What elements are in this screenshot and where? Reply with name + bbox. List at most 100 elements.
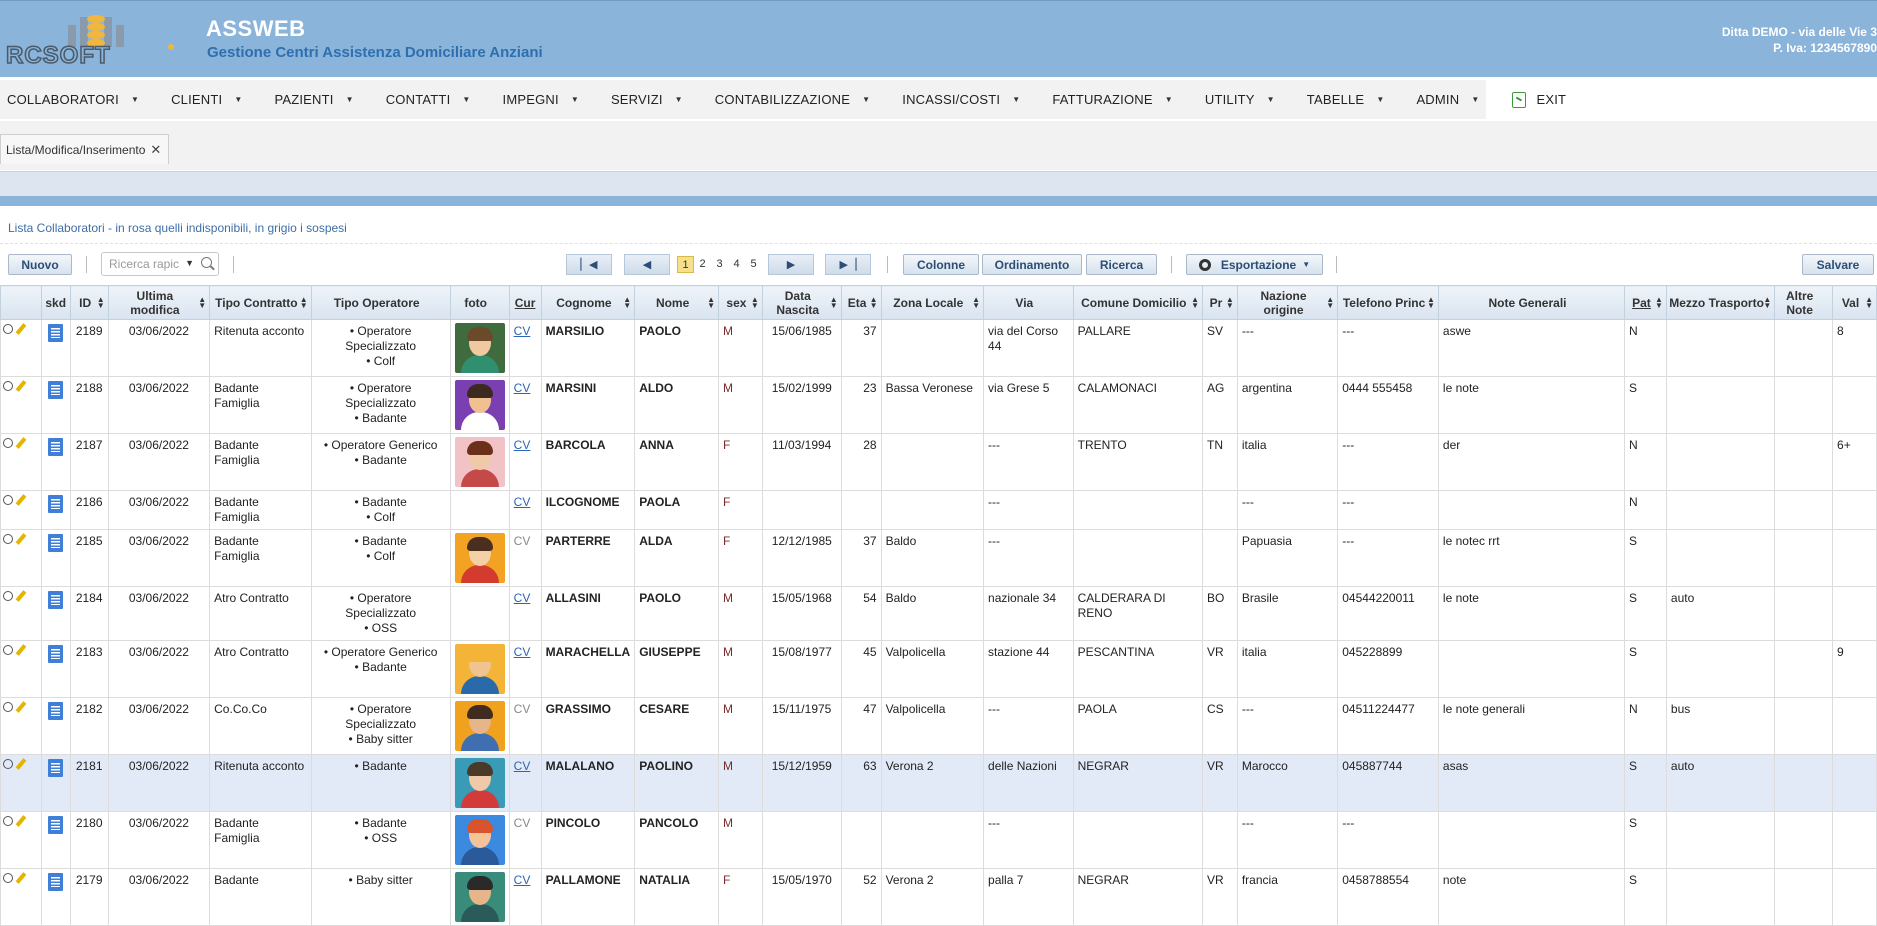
next-page-button[interactable]: ▶ bbox=[768, 254, 814, 275]
table-row[interactable]: 2187 03/06/2022 Badante Famiglia • Operator… bbox=[0, 433, 1877, 491]
col-eta[interactable]: Eta ▲ ▼ bbox=[840, 285, 882, 320]
document-icon[interactable] bbox=[48, 495, 64, 513]
menu-pazienti[interactable]: PAZIENTI ▼ bbox=[267, 80, 360, 119]
menu-collaboratori[interactable]: COLLABORATORI ▼ bbox=[0, 80, 146, 119]
table-row[interactable]: 2188 03/06/2022 Badante Famiglia • Operator… bbox=[0, 376, 1877, 434]
cv-link[interactable]: CV bbox=[514, 759, 531, 773]
menu-servizi[interactable]: SERVIZI ▼ bbox=[604, 80, 690, 119]
avatar[interactable] bbox=[454, 701, 505, 751]
document-icon[interactable] bbox=[48, 759, 64, 777]
col-tipo-operatore[interactable]: Tipo Operatore bbox=[310, 285, 451, 320]
menu-exit[interactable]: EXIT bbox=[1498, 80, 1573, 119]
edit-icon[interactable] bbox=[15, 872, 27, 884]
table-row[interactable]: 2185 03/06/2022 Badante Famiglia • Badante •… bbox=[0, 529, 1877, 587]
avatar[interactable] bbox=[454, 815, 505, 865]
sort-icon[interactable]: ▲ ▼ bbox=[1326, 296, 1334, 310]
sort-icon[interactable]: ▲ ▼ bbox=[198, 296, 206, 310]
last-page-button[interactable]: ▶▕ bbox=[825, 254, 871, 275]
cv-link[interactable]: CV bbox=[514, 645, 531, 659]
document-icon[interactable] bbox=[48, 702, 64, 720]
new-button[interactable]: Nuovo bbox=[8, 254, 72, 275]
cv-link[interactable]: CV bbox=[514, 438, 531, 452]
cv-link[interactable]: CV bbox=[514, 873, 531, 887]
tab-lista-modifica-inserimento[interactable]: Lista/Modifica/Inserimento ✕ bbox=[0, 134, 170, 164]
cv-link[interactable]: CV bbox=[514, 495, 531, 509]
document-icon[interactable] bbox=[48, 534, 64, 552]
first-page-button[interactable]: ▏◀ bbox=[566, 254, 612, 275]
menu-contatti[interactable]: CONTATTI ▼ bbox=[379, 80, 478, 119]
col-nome[interactable]: Nome ▲ ▼ bbox=[634, 285, 720, 320]
avatar[interactable] bbox=[454, 380, 505, 430]
dropdown-arrow-icon[interactable]: ▼ bbox=[185, 258, 194, 268]
table-row[interactable]: 2182 03/06/2022 Co.Co.Co • Operatore Specia… bbox=[0, 697, 1877, 755]
sort-icon[interactable]: ▲ ▼ bbox=[751, 296, 759, 310]
col-val[interactable]: Val ▲ ▼ bbox=[1832, 285, 1877, 320]
col-altre-note[interactable]: Altre Note bbox=[1774, 285, 1834, 320]
sort-icon[interactable]: ▲ ▼ bbox=[1427, 296, 1435, 310]
table-row[interactable]: 2183 03/06/2022 Atro Contratto • Operatore … bbox=[0, 640, 1877, 698]
view-icon[interactable] bbox=[3, 591, 13, 601]
order-button[interactable]: Ordinamento bbox=[982, 254, 1082, 275]
page-4[interactable]: 4 bbox=[728, 256, 745, 273]
avatar[interactable] bbox=[454, 758, 505, 808]
col-pat[interactable]: Pat ▲ ▼ bbox=[1624, 285, 1667, 320]
sort-icon[interactable]: ▲ ▼ bbox=[1655, 296, 1663, 310]
sort-icon[interactable]: ▲ ▼ bbox=[97, 296, 105, 310]
table-row[interactable]: 2180 03/06/2022 Badante Famiglia • Badante •… bbox=[0, 811, 1877, 869]
avatar[interactable] bbox=[454, 323, 505, 373]
view-icon[interactable] bbox=[3, 438, 13, 448]
sort-icon[interactable]: ▲ ▼ bbox=[300, 296, 308, 310]
sort-icon[interactable]: ▲ ▼ bbox=[870, 296, 878, 310]
edit-icon[interactable] bbox=[15, 815, 27, 827]
view-icon[interactable] bbox=[3, 645, 13, 655]
document-icon[interactable] bbox=[48, 438, 64, 456]
cv-link[interactable]: CV bbox=[514, 381, 531, 395]
menu-impegni[interactable]: IMPEGNI ▼ bbox=[496, 80, 586, 119]
view-icon[interactable] bbox=[3, 702, 13, 712]
avatar[interactable] bbox=[454, 644, 505, 694]
page-1[interactable]: 1 bbox=[677, 256, 694, 273]
sort-icon[interactable]: ▲ ▼ bbox=[707, 296, 715, 310]
sort-icon[interactable]: ▲ ▼ bbox=[1191, 296, 1199, 310]
page-5[interactable]: 5 bbox=[745, 256, 762, 273]
edit-icon[interactable] bbox=[15, 494, 27, 506]
edit-icon[interactable] bbox=[15, 590, 27, 602]
menu-incassi-costi[interactable]: INCASSI/COSTI ▼ bbox=[895, 80, 1027, 119]
view-icon[interactable] bbox=[3, 534, 13, 544]
menu-admin[interactable]: ADMIN ▼ bbox=[1409, 80, 1486, 119]
document-icon[interactable] bbox=[48, 645, 64, 663]
col-tipo-contratto[interactable]: Tipo Contratto ▲ ▼ bbox=[209, 285, 312, 320]
document-icon[interactable] bbox=[48, 873, 64, 891]
page-3[interactable]: 3 bbox=[711, 256, 728, 273]
sort-icon[interactable]: ▲ ▼ bbox=[623, 296, 631, 310]
close-icon[interactable]: ✕ bbox=[150, 142, 161, 158]
view-icon[interactable] bbox=[3, 495, 13, 505]
menu-clienti[interactable]: CLIENTI ▼ bbox=[164, 80, 249, 119]
table-row[interactable]: 2179 03/06/2022 Badante • Baby sitter CV PALL… bbox=[0, 868, 1877, 926]
save-button[interactable]: Salvare bbox=[1802, 254, 1874, 275]
menu-utility[interactable]: UTILITY ▼ bbox=[1198, 80, 1282, 119]
col-via[interactable]: Via bbox=[983, 285, 1074, 320]
search-icon[interactable] bbox=[201, 257, 212, 268]
col-note-generali[interactable]: Note Generali bbox=[1437, 285, 1626, 320]
view-icon[interactable] bbox=[3, 381, 13, 391]
table-row[interactable]: 2181 03/06/2022 Ritenuta acconto • Badante C… bbox=[0, 754, 1877, 812]
avatar[interactable] bbox=[454, 872, 505, 922]
document-icon[interactable] bbox=[48, 324, 64, 342]
view-icon[interactable] bbox=[3, 873, 13, 883]
col-zona-locale[interactable]: Zona Locale ▲ ▼ bbox=[880, 285, 985, 320]
columns-button[interactable]: Colonne bbox=[903, 254, 979, 275]
table-row[interactable]: 2184 03/06/2022 Atro Contratto • Operatore … bbox=[0, 586, 1877, 641]
table-row[interactable]: 2186 03/06/2022 Badante Famiglia • Badante •… bbox=[0, 490, 1877, 530]
menu-tabelle[interactable]: TABELLE ▼ bbox=[1300, 80, 1392, 119]
edit-icon[interactable] bbox=[15, 437, 27, 449]
page-2[interactable]: 2 bbox=[694, 256, 711, 273]
edit-icon[interactable] bbox=[15, 533, 27, 545]
edit-icon[interactable] bbox=[15, 758, 27, 770]
cv-link[interactable]: CV bbox=[514, 324, 531, 338]
edit-icon[interactable] bbox=[15, 380, 27, 392]
col-comune-domicilio[interactable]: Comune Domicilio ▲ ▼ bbox=[1072, 285, 1203, 320]
col-telefono-princ[interactable]: Telefono Princ ▲ ▼ bbox=[1337, 285, 1439, 320]
col-mezzo-trasporto[interactable]: Mezzo Trasporto ▲ ▼ bbox=[1665, 285, 1776, 320]
avatar[interactable] bbox=[454, 437, 505, 487]
